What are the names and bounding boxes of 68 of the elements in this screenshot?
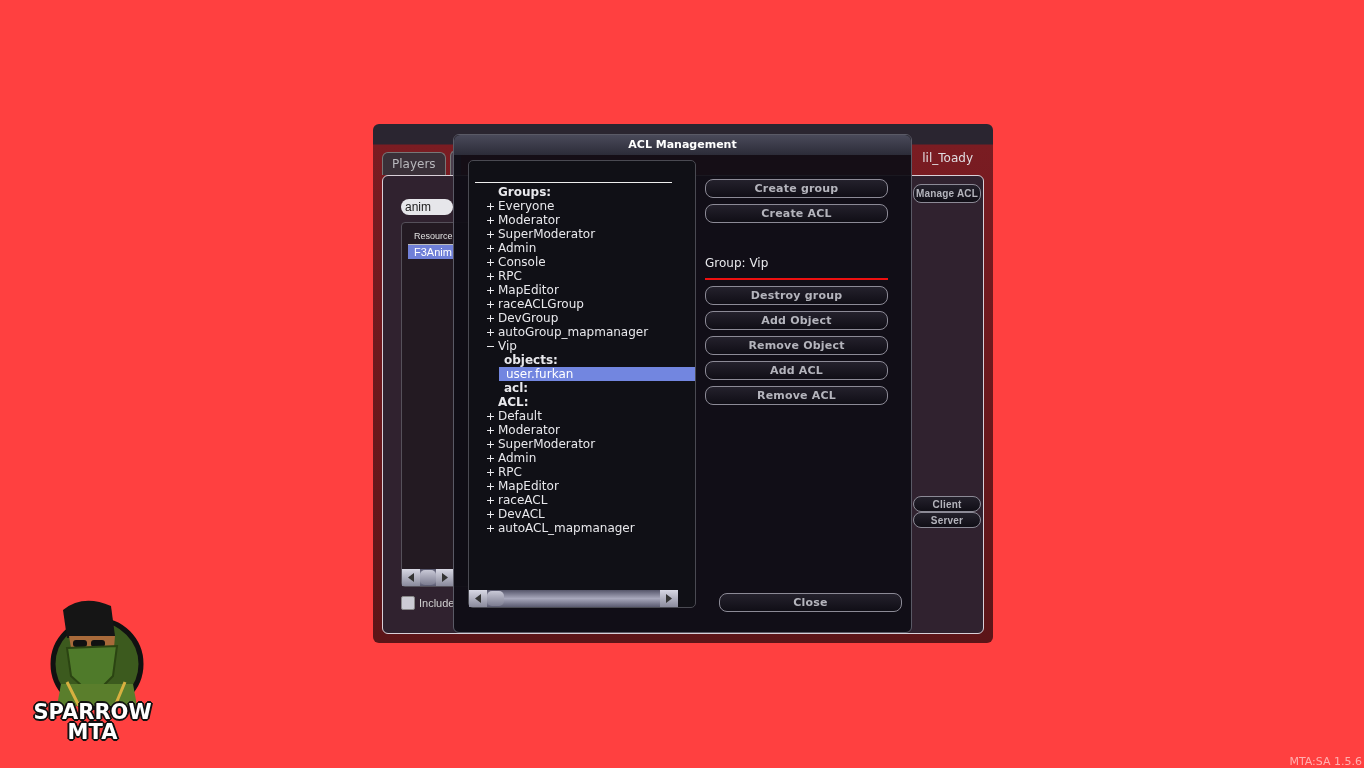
- plus-icon[interactable]: [487, 496, 494, 504]
- tree-item[interactable]: MapEditor: [498, 479, 559, 493]
- plus-icon[interactable]: [487, 216, 494, 224]
- horizontal-scrollbar[interactable]: [469, 590, 678, 607]
- tree-item[interactable]: autoACL_mapmanager: [498, 521, 635, 535]
- tree-item[interactable]: raceACLGroup: [498, 297, 584, 311]
- action-button[interactable]: Remove ACL: [705, 386, 888, 405]
- plus-icon[interactable]: [487, 202, 494, 210]
- tree-item[interactable]: Default: [498, 409, 542, 423]
- plus-icon[interactable]: [487, 510, 494, 518]
- plus-icon[interactable]: [487, 328, 494, 336]
- plus-icon[interactable]: [487, 440, 494, 448]
- tree-item[interactable]: autoGroup_mapmanager: [498, 325, 649, 339]
- plus-icon[interactable]: [487, 454, 494, 462]
- credit-text: lil_Toady: [922, 150, 974, 165]
- tree-heading: acl:: [504, 381, 529, 395]
- tree-item[interactable]: DevGroup: [498, 311, 559, 325]
- tree-item[interactable]: RPC: [498, 465, 522, 479]
- command-button[interactable]: Client: [913, 496, 981, 512]
- tree-heading: ACL:: [498, 395, 529, 409]
- window-title: ACL Management: [454, 135, 911, 155]
- tree-heading: Groups:: [498, 185, 552, 199]
- plus-icon[interactable]: [487, 272, 494, 280]
- scroll-thumb[interactable]: [487, 591, 504, 606]
- plus-icon[interactable]: [487, 412, 494, 420]
- logo-text: MTA: [67, 722, 118, 742]
- checkbox[interactable]: [401, 596, 415, 610]
- plus-icon[interactable]: [487, 482, 494, 490]
- plus-icon[interactable]: [487, 244, 494, 252]
- tree-item[interactable]: Admin: [498, 241, 537, 255]
- search-field[interactable]: anim: [401, 199, 453, 215]
- plus-icon[interactable]: [487, 468, 494, 476]
- plus-icon[interactable]: [487, 426, 494, 434]
- manage-acl-button[interactable]: Manage ACL: [913, 184, 981, 203]
- tree-item[interactable]: Admin: [498, 451, 537, 465]
- horizontal-scrollbar[interactable]: [402, 569, 454, 586]
- action-button[interactable]: Remove Object: [705, 336, 888, 355]
- action-button[interactable]: Create ACL: [705, 204, 888, 223]
- tree-item[interactable]: Console: [498, 255, 546, 269]
- tree-item[interactable]: SuperModerator: [498, 227, 596, 241]
- list-row[interactable]: F3Anim: [408, 245, 453, 259]
- command-button[interactable]: Server: [913, 512, 981, 528]
- plus-icon[interactable]: [487, 286, 494, 294]
- logo-text: SPARROW: [33, 702, 152, 722]
- close-button[interactable]: Close: [719, 593, 902, 612]
- action-button[interactable]: Add ACL: [705, 361, 888, 380]
- tree-item[interactable]: SuperModerator: [498, 437, 596, 451]
- group-label: Group: Vip: [705, 256, 770, 272]
- action-button[interactable]: Destroy group: [705, 286, 888, 305]
- tab[interactable]: Players: [382, 152, 446, 175]
- plus-icon[interactable]: [487, 314, 494, 322]
- tree-item[interactable]: Moderator: [498, 213, 560, 227]
- action-button[interactable]: Create group: [705, 179, 888, 198]
- tree-item[interactable]: DevACL: [498, 507, 545, 521]
- tree-item[interactable]: RPC: [498, 269, 522, 283]
- version-text: MTA:SA 1.5.6: [1289, 755, 1362, 768]
- tree-item[interactable]: MapEditor: [498, 283, 559, 297]
- tree-item[interactable]: raceACL: [498, 493, 548, 507]
- tree-item[interactable]: Vip: [498, 339, 517, 353]
- checkbox-label[interactable]: Include: [419, 597, 455, 609]
- tree-item[interactable]: Moderator: [498, 423, 560, 437]
- plus-icon[interactable]: [487, 300, 494, 308]
- plus-icon[interactable]: [487, 524, 494, 532]
- plus-icon[interactable]: [487, 258, 494, 266]
- tree-heading: objects:: [504, 353, 558, 367]
- tree-item[interactable]: Everyone: [498, 199, 555, 213]
- plus-icon[interactable]: [487, 230, 494, 238]
- action-button[interactable]: Add Object: [705, 311, 888, 330]
